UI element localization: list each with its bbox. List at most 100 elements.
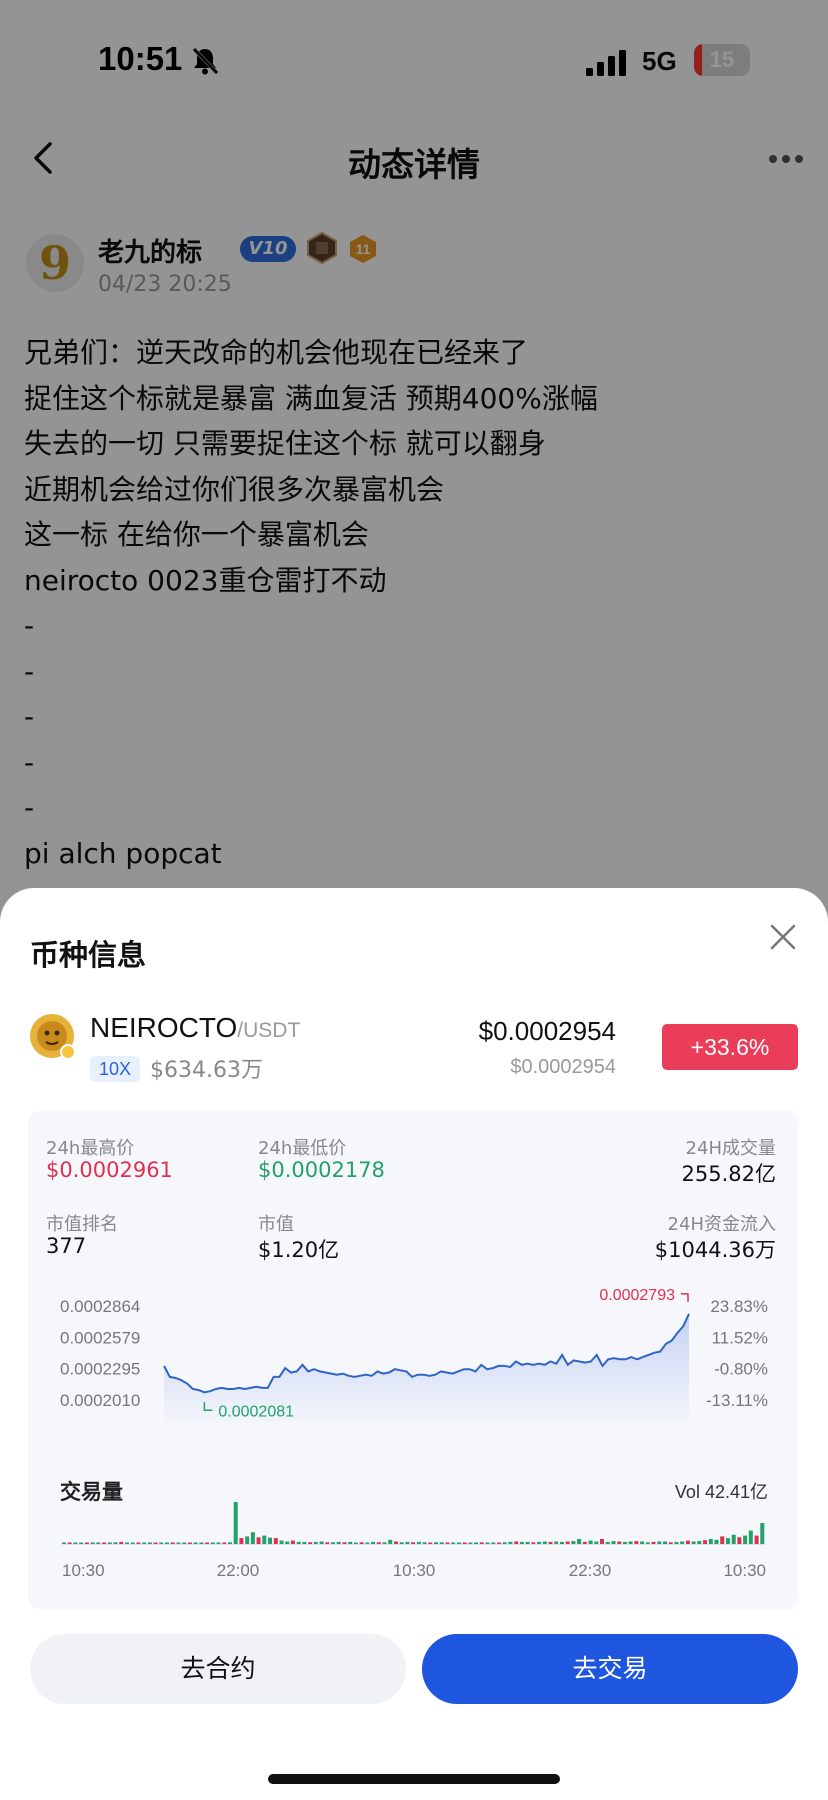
volume-bar <box>394 1541 398 1544</box>
volume-bar <box>697 1541 702 1544</box>
volume-bar <box>193 1542 198 1544</box>
volume-bar <box>434 1542 438 1544</box>
volume-bar <box>359 1542 364 1544</box>
volume-bar <box>285 1541 290 1544</box>
volume-bar <box>79 1542 84 1544</box>
volume-bar <box>428 1542 433 1544</box>
volume-bar <box>182 1542 187 1544</box>
volume-bar <box>245 1536 250 1544</box>
min-price-label: 0.0002081 <box>218 1403 294 1420</box>
volume-bar <box>290 1540 295 1544</box>
volume-bar <box>617 1541 622 1544</box>
volume-bar <box>634 1541 639 1544</box>
volume-bar <box>485 1542 490 1544</box>
volume-bar <box>560 1541 564 1544</box>
volume-bar <box>279 1540 284 1544</box>
volume-bar <box>147 1542 152 1544</box>
coin-turnover: $634.63万 <box>150 1058 263 1083</box>
volume-bar <box>187 1542 192 1544</box>
volume-bar <box>159 1542 164 1544</box>
price-and-volume-chart[interactable]: 0.0002864 0.0002579 0.0002295 0.0002010 23.8… <box>28 1110 798 1610</box>
volume-bar <box>336 1541 341 1544</box>
volume-bar <box>319 1541 324 1544</box>
volume-bar <box>67 1542 72 1544</box>
volume-bar <box>479 1542 484 1544</box>
volume-bar <box>302 1541 307 1544</box>
coin-quote: /USDT <box>237 1019 301 1042</box>
volume-bar <box>90 1542 95 1544</box>
volume-bar <box>474 1542 479 1544</box>
volume-bar <box>531 1542 536 1544</box>
volume-bar <box>548 1541 553 1544</box>
volume-bar <box>657 1541 662 1544</box>
volume-bar <box>691 1541 696 1544</box>
volume-bar <box>651 1541 656 1544</box>
max-price-label: 0.0002793 <box>599 1287 675 1304</box>
volume-bar <box>703 1540 707 1544</box>
coin-info-sheet: 币种信息 NEIROCTO/USDT 10X $634.63万 $0.00029… <box>0 888 828 1800</box>
coin-price-fiat: $0.0002954 <box>510 1056 616 1078</box>
volume-bar <box>668 1542 673 1544</box>
close-icon[interactable] <box>764 918 802 956</box>
volume-bar <box>353 1542 358 1544</box>
volume-bar <box>748 1530 753 1544</box>
volume-bar <box>256 1537 261 1544</box>
volume-bar <box>176 1542 181 1544</box>
volume-bar <box>508 1541 513 1544</box>
volume-bar <box>611 1541 616 1544</box>
sheet-title: 币种信息 <box>30 938 147 972</box>
volume-bar <box>142 1542 147 1544</box>
volume-bar <box>113 1542 118 1544</box>
time-axis-tick: 22:30 <box>569 1561 612 1580</box>
volume-bar <box>62 1542 66 1544</box>
volume-bar <box>268 1537 272 1544</box>
volume-bar <box>73 1542 78 1544</box>
go-trade-button[interactable]: 去交易 <box>422 1634 798 1704</box>
volume-bar <box>594 1541 599 1544</box>
volume-bar <box>456 1542 461 1544</box>
volume-bar <box>577 1539 582 1544</box>
leverage-badge: 10X <box>90 1056 140 1082</box>
volume-bar <box>388 1539 393 1544</box>
volume-bar <box>382 1542 387 1544</box>
volume-bar <box>376 1542 381 1544</box>
volume-bar <box>514 1541 519 1544</box>
volume-bar <box>399 1542 404 1544</box>
go-contract-button[interactable]: 去合约 <box>30 1634 406 1704</box>
volume-bar <box>468 1542 473 1544</box>
volume-bar <box>622 1541 627 1544</box>
volume-bar <box>228 1542 232 1544</box>
volume-bar <box>262 1535 267 1544</box>
price-axis-tick: 0.0002010 <box>60 1391 140 1410</box>
volume-bar <box>640 1541 645 1544</box>
volume-bar <box>107 1542 112 1544</box>
volume-bar <box>365 1542 370 1544</box>
percent-axis-tick: 23.83% <box>710 1297 768 1316</box>
volume-bar <box>645 1542 650 1544</box>
volume-bar <box>565 1541 570 1544</box>
percent-axis-tick: -13.11% <box>706 1391 768 1410</box>
time-axis-tick: 10:30 <box>393 1561 436 1580</box>
volume-chart-title: 交易量 <box>60 1480 123 1504</box>
volume-bar <box>674 1541 679 1544</box>
volume-bar <box>136 1542 141 1544</box>
volume-bar <box>554 1541 559 1544</box>
volume-bar <box>222 1542 227 1544</box>
volume-bar <box>502 1542 507 1544</box>
volume-bar <box>714 1539 719 1544</box>
price-axis-tick: 0.0002864 <box>60 1297 140 1316</box>
percent-axis-tick: -0.80% <box>714 1360 768 1379</box>
volume-bar <box>308 1542 313 1544</box>
volume-bar <box>273 1538 278 1544</box>
percent-axis-tick: 11.52% <box>712 1328 768 1347</box>
volume-bar <box>743 1535 748 1544</box>
volume-bar <box>685 1540 690 1544</box>
coin-symbol: NEIROCTO <box>90 1012 238 1043</box>
volume-bar <box>542 1541 547 1544</box>
volume-bar <box>411 1542 416 1544</box>
coin-logo-icon <box>30 1014 76 1060</box>
price-axis-tick: 0.0002295 <box>60 1360 140 1379</box>
volume-bar <box>731 1534 736 1544</box>
volume-bar <box>451 1542 456 1544</box>
volume-bar <box>519 1541 524 1544</box>
